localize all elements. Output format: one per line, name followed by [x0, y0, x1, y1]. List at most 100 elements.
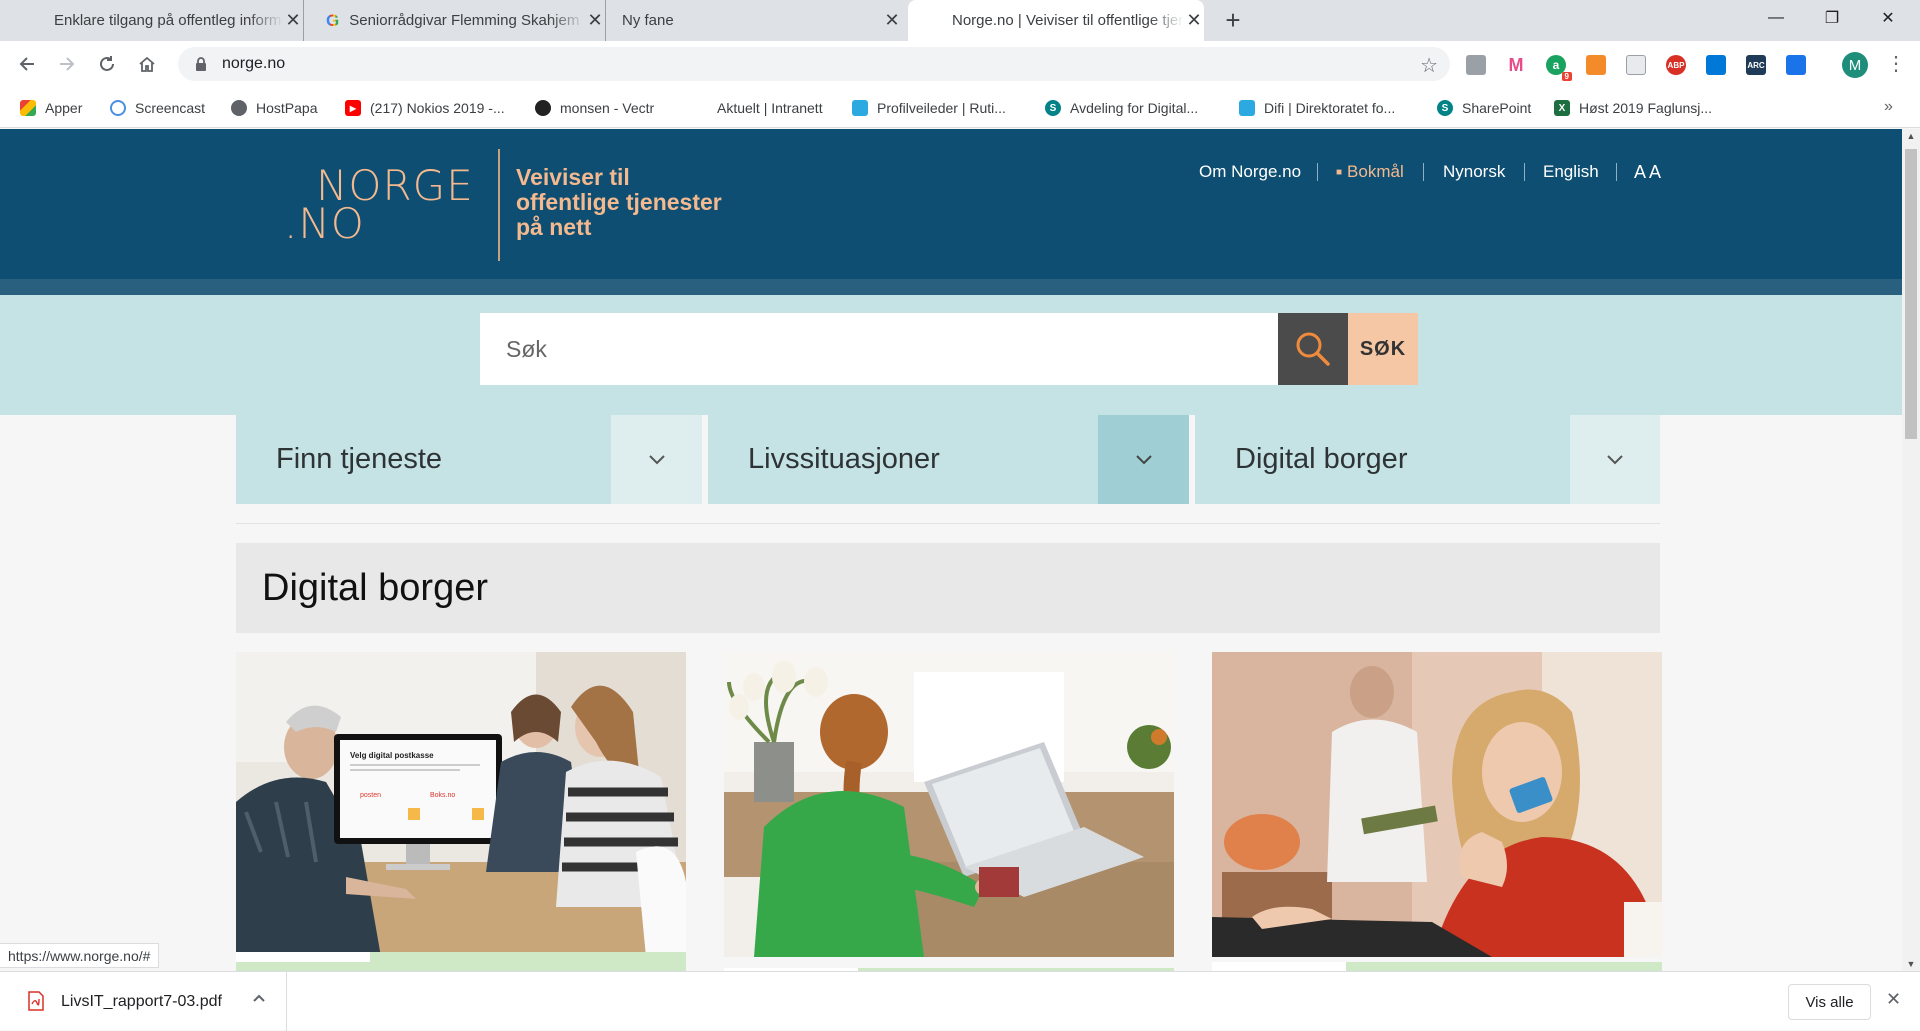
forward-icon[interactable] [52, 49, 82, 79]
page-scrollbar[interactable]: ▲ ▼ [1902, 129, 1920, 971]
tab-close-icon[interactable]: ✕ [283, 10, 303, 31]
pdf-file-icon [28, 991, 44, 1016]
bookmark-item[interactable]: X Høst 2019 Faglunsj... [1554, 88, 1712, 128]
bookmark-item[interactable]: Difi | Direktoratet fo... [1239, 88, 1395, 128]
maximize-button[interactable]: ❐ [1808, 0, 1856, 36]
globe-icon [231, 100, 247, 116]
download-item[interactable]: LivsIT_rapport7-03.pdf [0, 972, 287, 1031]
youtube-icon: ▶ [345, 100, 361, 116]
show-all-downloads-button[interactable]: Vis alle [1788, 984, 1871, 1020]
norge-logo[interactable]: NORGE .NO [284, 165, 474, 248]
bookmark-item[interactable]: Aktuelt | Intranett [717, 88, 823, 128]
extension-icon[interactable] [1786, 55, 1806, 75]
card-caption-band [236, 952, 686, 971]
scroll-down-icon[interactable]: ▼ [1902, 959, 1920, 969]
tab-title: Enklare tilgang på offentleg informasjon [54, 12, 283, 29]
url-text: norge.no [222, 55, 286, 72]
nav-card-label: Livssituasjoner [708, 415, 1098, 504]
scrollbar-thumb[interactable] [1905, 149, 1917, 439]
profile-avatar[interactable]: M [1842, 52, 1868, 78]
tab[interactable]: Ny fane ✕ [612, 0, 902, 41]
sharepoint-icon: S [1045, 100, 1061, 116]
tagline-line: offentlige tjenester [516, 189, 722, 215]
screencast-icon [110, 100, 126, 116]
chevron-down-icon[interactable] [1570, 415, 1660, 504]
bookmark-label: Apper [45, 100, 83, 116]
nav-card-finn-tjeneste[interactable]: Finn tjeneste [236, 415, 702, 504]
nav-english-link[interactable]: English [1543, 159, 1599, 185]
menu-icon[interactable]: ⋮ [1886, 53, 1906, 75]
bookmark-item[interactable]: S SharePoint [1437, 88, 1531, 128]
extension-m-icon[interactable]: M [1506, 55, 1526, 75]
tab-close-icon[interactable]: ✕ [1184, 10, 1204, 31]
bokmal-label: Bokmål [1347, 162, 1404, 181]
bookmark-item[interactable]: Profilveileder | Ruti... [852, 88, 1006, 128]
page-viewport: NORGE .NO Veiviser til offentlige tjenes… [0, 129, 1902, 971]
woman-with-credit-card-photo [1212, 652, 1662, 957]
search-icon[interactable] [1278, 313, 1348, 385]
header-stripe [0, 279, 1902, 295]
status-url: https://www.norge.no/# [0, 943, 160, 968]
extension-arc-icon[interactable]: ARC [1746, 55, 1766, 75]
search-input[interactable] [480, 313, 1278, 385]
nav-bokmal-link[interactable]: ■ Bokmål [1336, 159, 1404, 185]
extension-icon[interactable] [1466, 55, 1486, 75]
content-card[interactable]: Velg digital postkasse posten Boks.no [236, 652, 686, 971]
home-icon[interactable] [132, 49, 162, 79]
new-tab-button[interactable]: + [1218, 5, 1248, 35]
logo-divider [498, 149, 500, 261]
bookmark-item[interactable]: ▶ (217) Nokios 2019 -... [345, 88, 505, 128]
nav-card-label: Finn tjeneste [236, 415, 611, 504]
address-bar[interactable]: norge.no ☆ [178, 47, 1450, 81]
scroll-up-icon[interactable]: ▲ [1902, 131, 1920, 141]
bookmark-item[interactable]: HostPapa [231, 88, 317, 128]
minimize-button[interactable]: — [1752, 0, 1800, 36]
logo-line-2: .NO [284, 199, 365, 248]
bookmark-label: Avdeling for Digital... [1070, 100, 1199, 116]
bookmark-item[interactable]: Screencast [110, 88, 205, 128]
adblock-icon[interactable]: ABP [1666, 55, 1686, 75]
sharepoint-icon: S [1437, 100, 1453, 116]
chevron-up-icon[interactable] [252, 990, 266, 1008]
more-bookmarks-icon[interactable]: » [1884, 98, 1893, 116]
bookmark-label: Profilveileder | Ruti... [877, 100, 1006, 116]
tab[interactable]: Enklare tilgang på offentleg informasjon… [28, 0, 304, 41]
nav-nynorsk-link[interactable]: Nynorsk [1443, 159, 1505, 185]
section-title: Digital borger [236, 543, 1660, 633]
bookmark-item[interactable]: Apper [20, 88, 82, 128]
nav-about-link[interactable]: Om Norge.no [1199, 159, 1301, 185]
content-card[interactable] [724, 652, 1174, 971]
search-button[interactable]: SØK [1348, 313, 1418, 385]
back-icon[interactable] [12, 49, 42, 79]
tab-close-icon[interactable]: ✕ [585, 10, 605, 31]
site-tagline: Veiviser til offentlige tjenester på net… [516, 165, 776, 240]
tab-title: Ny fane [622, 12, 674, 29]
difi-icon [1239, 100, 1255, 116]
windows-icon[interactable] [1706, 55, 1726, 75]
bookmark-star-icon[interactable]: ☆ [1420, 53, 1438, 78]
screen-brand: posten [360, 792, 381, 799]
reload-icon[interactable] [92, 49, 122, 79]
nav-card-digital-borger[interactable]: Digital borger [1195, 415, 1660, 504]
bookmark-label: Difi | Direktoratet fo... [1264, 100, 1396, 116]
extension-a-icon[interactable]: a 9 [1546, 55, 1572, 81]
bookmark-item[interactable]: monsen - Vectr [535, 88, 654, 128]
tab-close-icon[interactable]: ✕ [882, 10, 902, 31]
tab[interactable]: G Seniorrådgivar Flemming Skahjem ✕ [310, 0, 606, 41]
site-header: NORGE .NO Veiviser til offentlige tjenes… [0, 129, 1902, 279]
close-icon[interactable]: ✕ [1886, 989, 1901, 1010]
bookmark-item[interactable]: S Avdeling for Digital... [1045, 88, 1198, 128]
close-window-button[interactable]: ✕ [1864, 0, 1912, 36]
extension-badge: 9 [1561, 72, 1572, 81]
content-card[interactable] [1212, 652, 1662, 971]
chevron-down-icon[interactable] [1098, 415, 1189, 504]
extension-icon[interactable] [1586, 55, 1606, 75]
tab-active[interactable]: Norge.no | Veiviser til offentlige tjene… [908, 0, 1204, 41]
nav-card-livssituasjoner[interactable]: Livssituasjoner [708, 415, 1189, 504]
bookmarks-bar: Apper Screencast HostPapa ▶ (217) Nokios… [0, 88, 1920, 128]
font-size-toggle[interactable]: A A [1634, 159, 1661, 185]
chevron-down-icon[interactable] [611, 415, 702, 504]
extension-icon[interactable] [1626, 55, 1646, 75]
search-band: SØK [0, 295, 1902, 415]
nav-card-label: Digital borger [1195, 415, 1570, 504]
